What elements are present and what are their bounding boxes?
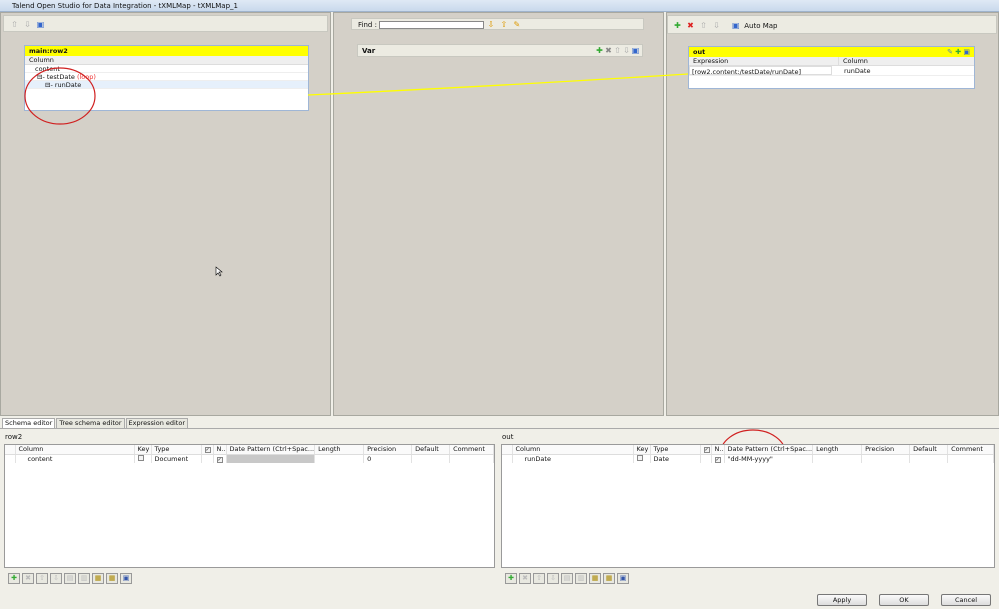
- col-header[interactable]: Column: [15, 445, 135, 455]
- save-button[interactable]: ▣: [120, 573, 132, 584]
- col-header[interactable]: Type: [650, 445, 701, 455]
- schema-left-title: row2: [5, 433, 23, 441]
- cell-length[interactable]: [314, 454, 365, 463]
- remove-row-button[interactable]: ✖: [519, 573, 531, 584]
- col-header[interactable]: Comment: [449, 445, 494, 455]
- table-row[interactable]: runDate Date ✓ "dd-MM-yyyy": [502, 454, 994, 463]
- key-checkbox[interactable]: [137, 454, 144, 461]
- ok-button[interactable]: OK: [879, 594, 929, 606]
- schema-left-table: Column Key Type ✓ N.. Date Pattern (Ctrl+Spac…: [4, 444, 495, 568]
- col-header[interactable]: Date Pattern (Ctrl+Spac...: [724, 445, 814, 455]
- cell-length[interactable]: [812, 454, 863, 463]
- schema-left-buttons: ✚ ✖ ⇧ ⇩ ▤ ▥ ▦ ▦ ▣: [8, 573, 134, 584]
- schema-right-buttons: ✚ ✖ ⇧ ⇩ ▤ ▥ ▦ ▦ ▣: [505, 573, 631, 584]
- nullable-checkbox[interactable]: ✓: [714, 456, 721, 463]
- col-header[interactable]: Default: [909, 445, 949, 455]
- col-header[interactable]: Comment: [947, 445, 994, 455]
- save-button[interactable]: ▣: [617, 573, 629, 584]
- move-up-button[interactable]: ⇧: [533, 573, 545, 584]
- col-header[interactable]: Key: [134, 445, 152, 455]
- key-checkbox[interactable]: [636, 454, 643, 461]
- cell-default[interactable]: [909, 454, 949, 463]
- cell-type[interactable]: Date: [650, 454, 701, 463]
- move-down-button[interactable]: ⇩: [50, 573, 62, 584]
- nullable-checkbox[interactable]: ✓: [216, 456, 223, 463]
- tab-schema-editor[interactable]: Schema editor: [2, 418, 56, 428]
- cell-date-pattern[interactable]: "dd-MM-yyyy": [724, 454, 814, 463]
- schema-right-title: out: [502, 433, 514, 441]
- cell-comment[interactable]: [449, 454, 494, 463]
- cell-column[interactable]: runDate: [512, 454, 634, 463]
- col-header[interactable]: N..: [213, 445, 227, 455]
- cell-precision[interactable]: 0: [363, 454, 413, 463]
- move-down-button[interactable]: ⇩: [547, 573, 559, 584]
- cell-date-pattern: [226, 454, 316, 463]
- col-header[interactable]: Key: [633, 445, 651, 455]
- col-header[interactable]: Length: [812, 445, 863, 455]
- col-header[interactable]: Date Pattern (Ctrl+Spac...: [226, 445, 316, 455]
- paste-button[interactable]: ▥: [575, 573, 587, 584]
- tab-expression-editor[interactable]: Expression editor: [125, 418, 189, 428]
- col-header[interactable]: Precision: [363, 445, 413, 455]
- cell-type[interactable]: Document: [151, 454, 202, 463]
- import-button[interactable]: ▦: [92, 573, 104, 584]
- nullable-all-checkbox[interactable]: ✓: [703, 447, 710, 453]
- cell-comment[interactable]: [947, 454, 994, 463]
- add-row-button[interactable]: ✚: [8, 573, 20, 584]
- move-up-button[interactable]: ⇧: [36, 573, 48, 584]
- cell-column[interactable]: content: [15, 454, 135, 463]
- tab-tree-schema-editor[interactable]: Tree schema editor: [56, 418, 125, 428]
- paste-button[interactable]: ▥: [78, 573, 90, 584]
- cancel-button[interactable]: Cancel: [941, 594, 991, 606]
- col-header[interactable]: Column: [512, 445, 634, 455]
- mapping-link-line: [307, 73, 689, 96]
- mouse-cursor-icon: [215, 266, 223, 277]
- col-header[interactable]: N..: [711, 445, 725, 455]
- export-button[interactable]: ▦: [603, 573, 615, 584]
- cell-default[interactable]: [411, 454, 451, 463]
- cell-precision[interactable]: [861, 454, 911, 463]
- col-header[interactable]: Default: [411, 445, 451, 455]
- copy-button[interactable]: ▤: [64, 573, 76, 584]
- nullable-all-checkbox[interactable]: ✓: [204, 447, 211, 453]
- schema-right-table: Column Key Type ✓ N.. Date Pattern (Ctrl+Spac…: [501, 444, 995, 568]
- col-header[interactable]: Length: [314, 445, 365, 455]
- col-header[interactable]: Type: [151, 445, 202, 455]
- editor-tabs: Schema editor Tree schema editor Express…: [2, 418, 189, 428]
- col-header[interactable]: Precision: [861, 445, 911, 455]
- copy-button[interactable]: ▤: [561, 573, 573, 584]
- table-row[interactable]: content Document ✓ 0: [5, 454, 494, 463]
- annotation-circle: [24, 67, 96, 125]
- import-button[interactable]: ▦: [589, 573, 601, 584]
- remove-row-button[interactable]: ✖: [22, 573, 34, 584]
- add-row-button[interactable]: ✚: [505, 573, 517, 584]
- export-button[interactable]: ▦: [106, 573, 118, 584]
- apply-button[interactable]: Apply: [817, 594, 867, 606]
